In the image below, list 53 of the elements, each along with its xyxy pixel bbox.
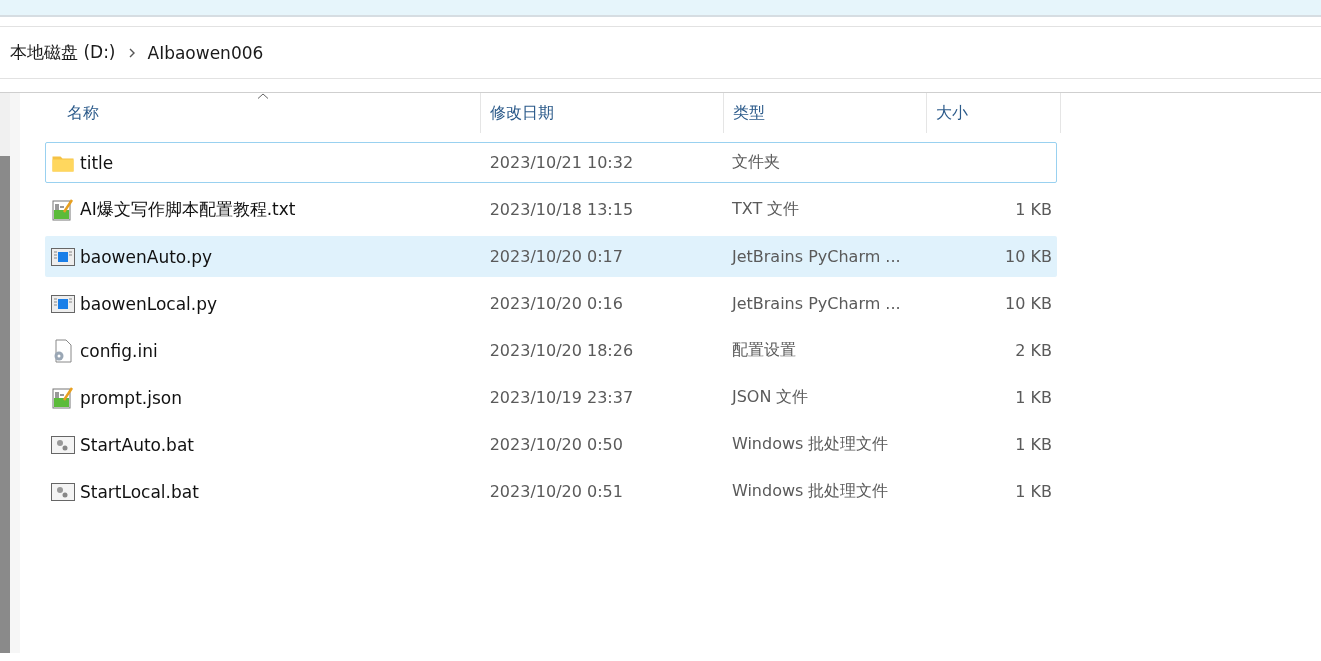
modified-date: 2023/10/20 0:17 bbox=[489, 247, 623, 266]
file-type: JetBrains PyCharm ... bbox=[731, 294, 901, 313]
file-name: config.ini bbox=[80, 340, 158, 361]
file-name: baowenAuto.py bbox=[80, 246, 213, 267]
modified-date: 2023/10/19 23:37 bbox=[489, 388, 634, 407]
file-row[interactable]: title 2023/10/21 10:32 文件夹 bbox=[45, 142, 1057, 183]
text-file-icon bbox=[50, 386, 76, 409]
modified-date: 2023/10/18 13:15 bbox=[489, 200, 634, 219]
modified-date: 2023/10/20 0:51 bbox=[489, 482, 623, 501]
file-row[interactable]: AI爆文写作脚本配置教程.txt 2023/10/18 13:15 TXT 文件 1 KB bbox=[45, 189, 1057, 230]
file-type: JetBrains PyCharm ... bbox=[731, 247, 901, 266]
file-row[interactable]: StartLocal.bat 2023/10/20 0:51 Windows 批处理文件 1 KB bbox=[45, 471, 1057, 512]
file-type: Windows 批处理文件 bbox=[731, 481, 889, 502]
file-name: StartLocal.bat bbox=[80, 481, 199, 502]
column-header[interactable]: 名称 bbox=[45, 93, 481, 133]
column-header[interactable]: 大小 bbox=[927, 93, 1061, 133]
file-row[interactable]: baowenAuto.py 2023/10/20 0:17 JetBrains PyCharm ... 10 KB bbox=[45, 236, 1057, 277]
gear-window-icon bbox=[50, 435, 76, 454]
file-name: title bbox=[80, 152, 114, 173]
file-size: 2 KB bbox=[1015, 341, 1052, 360]
column-header[interactable]: 类型 bbox=[724, 93, 927, 133]
file-row[interactable]: prompt.json 2023/10/19 23:37 JSON 文件 1 KB bbox=[45, 377, 1057, 418]
file-name: prompt.json bbox=[80, 387, 182, 408]
window-file-icon bbox=[50, 294, 76, 313]
file-type: 文件夹 bbox=[731, 152, 780, 173]
file-row[interactable]: baowenLocal.py 2023/10/20 0:16 JetBrains PyCharm ... 10 KB bbox=[45, 283, 1057, 324]
file-size: 1 KB bbox=[1015, 435, 1052, 454]
chevron-icon bbox=[127, 47, 136, 58]
breadcrumb-item[interactable]: AIbaowen006 bbox=[147, 42, 264, 63]
file-type: JSON 文件 bbox=[731, 387, 809, 408]
window-file-icon bbox=[50, 247, 76, 266]
file-type: 配置设置 bbox=[731, 340, 796, 361]
file-name: StartAuto.bat bbox=[80, 434, 194, 455]
file-size: 10 KB bbox=[1005, 247, 1052, 266]
modified-date: 2023/10/20 0:16 bbox=[489, 294, 623, 313]
modified-date: 2023/10/21 10:32 bbox=[489, 153, 634, 172]
file-row[interactable]: StartAuto.bat 2023/10/20 0:50 Windows 批处理文件 1 KB bbox=[45, 424, 1057, 465]
file-size: 1 KB bbox=[1015, 388, 1052, 407]
breadcrumb-item[interactable]: 本地磁盘 (D:) bbox=[10, 41, 116, 64]
file-type: TXT 文件 bbox=[731, 199, 800, 220]
gear-window-icon bbox=[50, 482, 76, 501]
file-size: 1 KB bbox=[1015, 200, 1052, 219]
file-name: AI爆文写作脚本配置教程.txt bbox=[80, 198, 296, 221]
modified-date: 2023/10/20 0:50 bbox=[489, 435, 623, 454]
file-row[interactable]: config.ini 2023/10/20 18:26 配置设置 2 KB bbox=[45, 330, 1057, 371]
scrollbar[interactable] bbox=[0, 156, 10, 653]
text-file-icon bbox=[50, 198, 76, 221]
file-size: 10 KB bbox=[1005, 294, 1052, 313]
file-size: 1 KB bbox=[1015, 482, 1052, 501]
file-type: Windows 批处理文件 bbox=[731, 434, 889, 455]
modified-date: 2023/10/20 18:26 bbox=[489, 341, 634, 360]
column-header[interactable]: 修改日期 bbox=[481, 93, 724, 133]
file-name: baowenLocal.py bbox=[80, 293, 218, 314]
